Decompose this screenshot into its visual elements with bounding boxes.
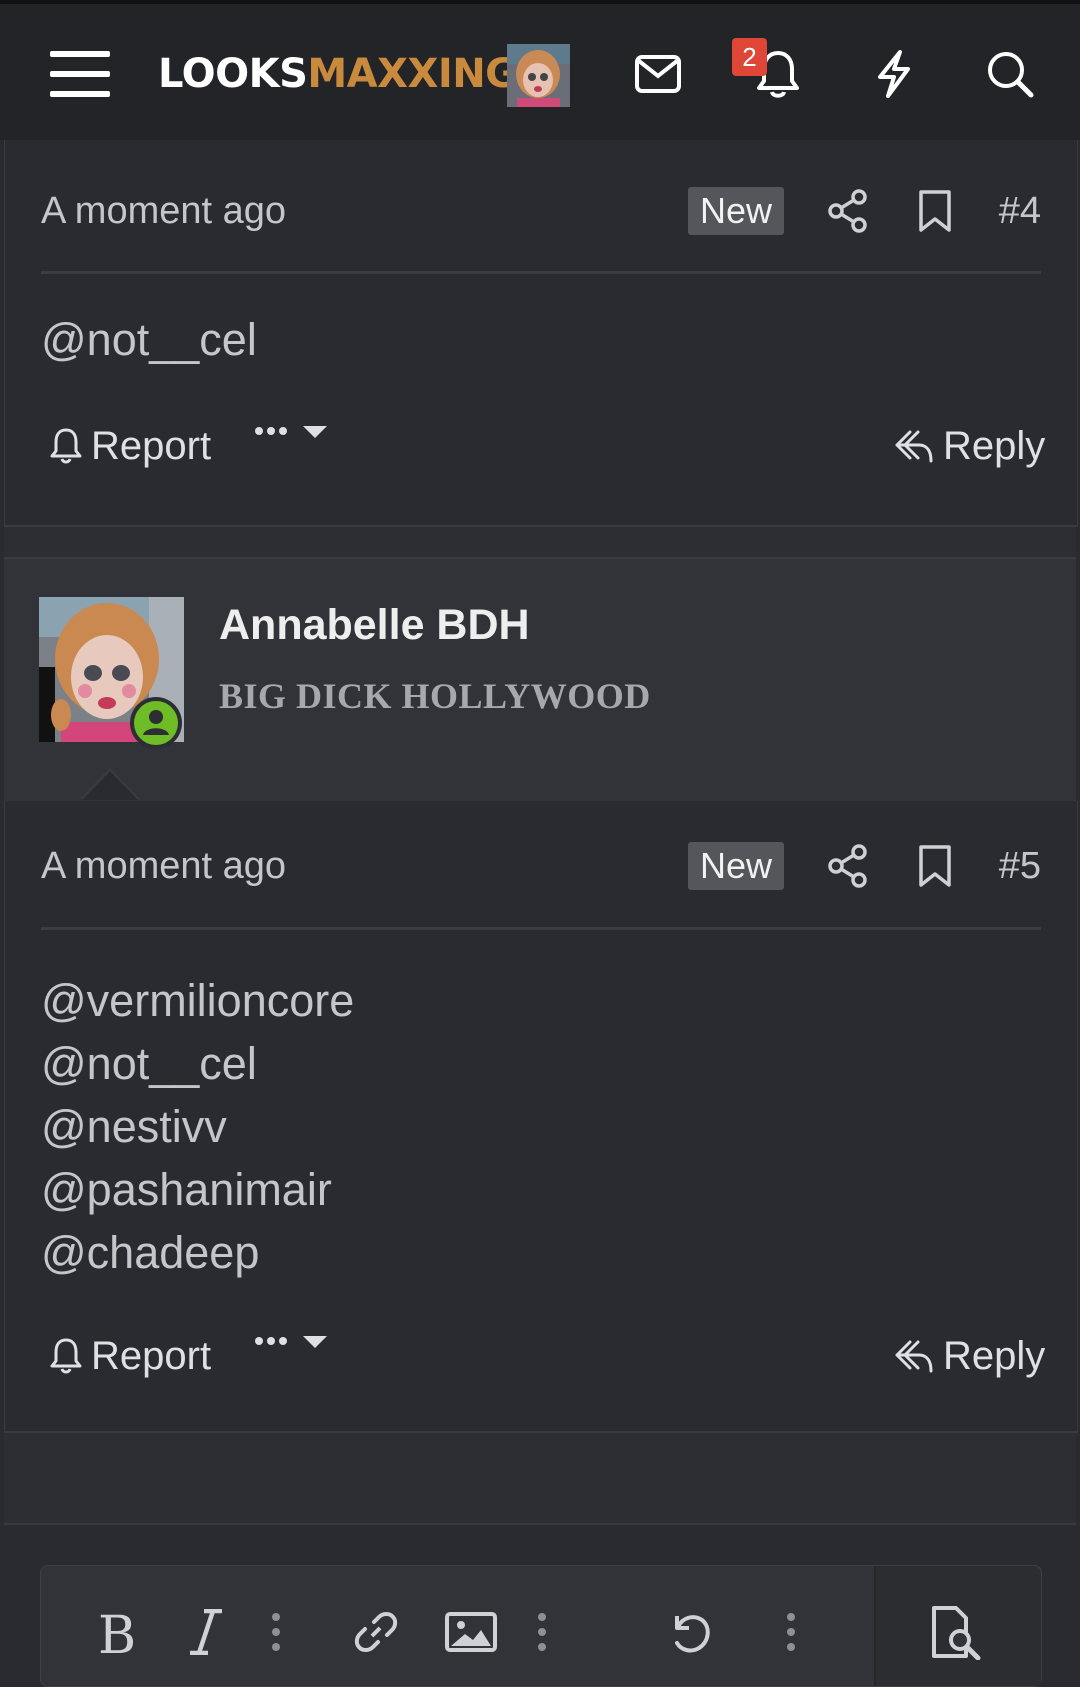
report-label: Report [91,1334,212,1378]
preview-icon[interactable] [921,1602,991,1662]
lightning-icon[interactable] [864,4,924,144]
user-mention-link[interactable]: @not__cel [41,1032,257,1095]
user-online-icon [134,701,178,745]
post-meta: A moment ago New #4 [41,166,1041,256]
bell-icon [50,428,82,464]
more-actions-menu[interactable] [253,416,341,446]
report-label: Report [91,424,212,468]
post-divider [41,271,1041,274]
author-username[interactable]: Annabelle BDH [219,601,530,650]
reply-button[interactable]: Reply [893,1326,1045,1386]
online-status-indicator [130,697,182,749]
bookmark-icon[interactable] [912,843,958,889]
post-author-header: Annabelle BDH BIG DICK HOLLYWOOD [4,557,1076,803]
bell-icon [50,1338,82,1374]
new-tag: New [688,187,785,235]
post-meta: A moment ago New #5 [41,821,1041,911]
more-icon[interactable] [776,1602,806,1662]
reply-icon [895,1340,933,1373]
mail-icon[interactable] [628,4,688,144]
svg-text:B: B [98,1609,136,1655]
reply-icon [895,430,933,463]
undo-icon[interactable] [661,1602,721,1662]
italic-icon[interactable] [176,1602,236,1662]
user-mention-link[interactable]: @chadeep [41,1221,259,1284]
user-mention-link[interactable]: @vermilioncore [41,969,354,1032]
author-user-title: BIG DICK HOLLYWOOD [219,676,651,716]
post-separator [4,1433,1076,1525]
bookmark-icon[interactable] [912,188,958,234]
post-time[interactable]: A moment ago [41,166,286,256]
account-avatar[interactable] [507,44,570,107]
report-button[interactable]: Report [49,1326,211,1386]
share-icon[interactable] [826,188,872,234]
post-4: A moment ago New #4 @not__cel Report Rep… [4,140,1078,527]
reply-button[interactable]: Reply [893,416,1045,476]
post-separator [4,527,1076,557]
menu-icon[interactable] [40,4,120,144]
post-time[interactable]: A moment ago [41,821,286,911]
more-dropdown-icon [255,1336,327,1348]
reply-label: Reply [943,1334,1046,1378]
post-number-link[interactable]: #5 [999,821,1041,911]
top-navigation-bar: LOOKSMAXXING 2 [0,0,1080,140]
reply-editor-toolbar: B [40,1565,1042,1687]
link-icon[interactable] [346,1602,406,1662]
user-mention-link[interactable]: @nestivv [41,1095,227,1158]
bold-icon[interactable]: B [86,1602,146,1662]
image-icon[interactable] [436,1602,506,1662]
post-5: A moment ago New #5 @vermilioncore @not_… [4,801,1078,1433]
user-mention-link[interactable]: @not__cel [41,308,257,371]
report-button[interactable]: Report [49,416,211,476]
notification-count-badge: 2 [732,38,767,76]
more-icon[interactable] [261,1602,291,1662]
new-tag: New [688,842,785,890]
logo-text-looks: LOOKS [158,51,308,97]
logo-text-maxxing: MAXXING [307,51,518,97]
user-mention-link[interactable]: @pashanimair [41,1158,332,1221]
author-notch-fill [82,771,138,800]
search-icon[interactable] [980,4,1040,144]
post-divider [41,927,1041,930]
more-actions-menu[interactable] [253,1326,341,1356]
more-icon[interactable] [527,1602,557,1662]
post-number-link[interactable]: #4 [999,166,1041,256]
share-icon[interactable] [826,843,872,889]
site-logo[interactable]: LOOKSMAXXING [158,48,518,100]
more-dropdown-icon [255,426,327,438]
reply-label: Reply [943,424,1046,468]
